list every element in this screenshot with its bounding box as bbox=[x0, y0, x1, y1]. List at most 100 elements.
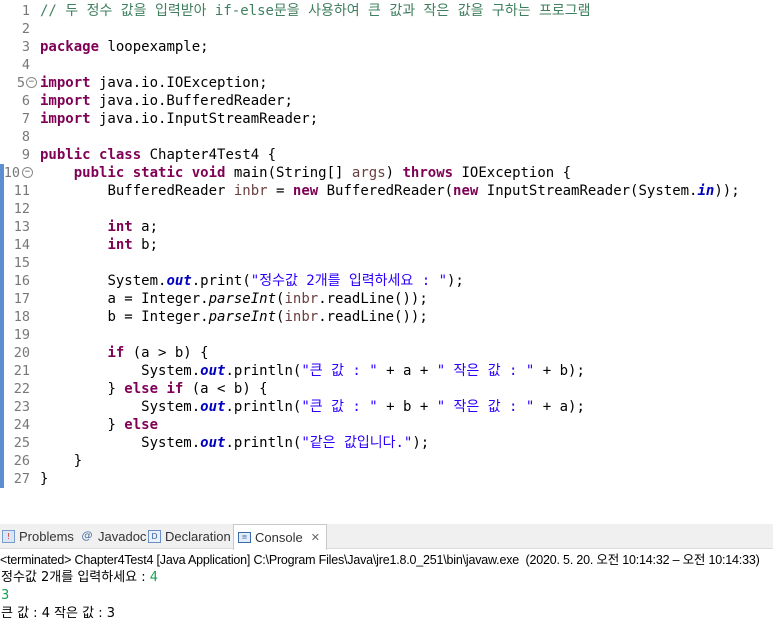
code-line[interactable]: 7 import java.io.InputStreamReader; bbox=[0, 110, 773, 128]
code-text: BufferedReader inbr = new BufferedReader… bbox=[107, 183, 740, 199]
code-text: int b; bbox=[107, 237, 159, 253]
code-line[interactable]: 27 } bbox=[0, 470, 773, 488]
change-marker bbox=[0, 362, 4, 380]
change-marker bbox=[0, 326, 4, 344]
code-line[interactable]: 3 package loopexample; bbox=[0, 38, 773, 56]
code-line[interactable]: 12 bbox=[0, 200, 773, 218]
line-number: 3 bbox=[21, 39, 30, 55]
console-user-input: 3 bbox=[1, 588, 10, 603]
fold-collapse-icon[interactable]: − bbox=[26, 77, 37, 88]
line-gutter: 13 bbox=[0, 218, 36, 236]
code-line[interactable]: 6 import java.io.BufferedReader; bbox=[0, 92, 773, 110]
line-gutter: 16 bbox=[0, 272, 36, 290]
code-line[interactable]: 17 a = Integer.parseInt(inbr.readLine())… bbox=[0, 290, 773, 308]
fold-collapse-icon[interactable]: − bbox=[22, 167, 33, 178]
code-line[interactable]: 9 public class Chapter4Test4 { bbox=[0, 146, 773, 164]
code-line[interactable]: 21 System.out.println("큰 값 : " + a + " 작… bbox=[0, 362, 773, 380]
line-number: 21 bbox=[13, 363, 30, 379]
line-number: 7 bbox=[21, 111, 30, 127]
code-editor[interactable]: 1 // 두 정수 값을 입력받아 if-else문을 사용하여 큰 값과 작은… bbox=[0, 0, 773, 500]
change-marker bbox=[0, 200, 4, 218]
console-panel: ! Problems @ Javadoc D Declaration ≡ Con… bbox=[0, 524, 773, 623]
code-text: // 두 정수 값을 입력받아 if-else문을 사용하여 큰 값과 작은 값… bbox=[40, 3, 591, 19]
code-line[interactable]: 23 System.out.println("큰 값 : " + b + " 작… bbox=[0, 398, 773, 416]
code-line[interactable]: 11 BufferedReader inbr = new BufferedRea… bbox=[0, 182, 773, 200]
change-marker bbox=[0, 434, 4, 452]
line-number: 24 bbox=[13, 417, 30, 433]
tab-javadoc[interactable]: @ Javadoc bbox=[80, 524, 147, 548]
line-number: 11 bbox=[13, 183, 30, 199]
code-text: int a; bbox=[107, 219, 159, 235]
line-number: 4 bbox=[21, 57, 30, 73]
code-text: import java.io.BufferedReader; bbox=[40, 93, 293, 109]
line-number: 17 bbox=[13, 291, 30, 307]
javadoc-icon: @ bbox=[81, 529, 93, 542]
code-line[interactable]: 19 bbox=[0, 326, 773, 344]
change-marker bbox=[0, 182, 4, 200]
line-number: 13 bbox=[13, 219, 30, 235]
code-text: package loopexample; bbox=[40, 39, 209, 55]
code-line[interactable]: 5− import java.io.IOException; bbox=[0, 74, 773, 92]
line-gutter: 25 bbox=[0, 434, 36, 452]
code-line[interactable]: 14 int b; bbox=[0, 236, 773, 254]
line-gutter: 27 bbox=[0, 470, 36, 488]
change-marker bbox=[0, 236, 4, 254]
terminated-status: <terminated> Chapter4Test4 [Java Applica… bbox=[0, 553, 760, 567]
line-gutter: 24 bbox=[0, 416, 36, 434]
tab-console[interactable]: ≡ Console ✕ bbox=[233, 524, 327, 550]
line-number: 10 bbox=[3, 165, 20, 181]
problems-icon: ! bbox=[2, 529, 15, 543]
code-text: } bbox=[73, 453, 83, 469]
line-number: 25 bbox=[13, 435, 30, 451]
code-line[interactable]: 20 if (a > b) { bbox=[0, 344, 773, 362]
close-icon[interactable]: ✕ bbox=[311, 531, 320, 544]
line-gutter: 1 bbox=[0, 2, 36, 20]
tab-problems[interactable]: ! Problems bbox=[2, 524, 74, 548]
line-gutter: 3 bbox=[0, 38, 36, 56]
tab-declaration[interactable]: D Declaration bbox=[148, 524, 231, 548]
code-line[interactable]: 4 bbox=[0, 56, 773, 74]
code-line[interactable]: 24 } else bbox=[0, 416, 773, 434]
line-gutter: 12 bbox=[0, 200, 36, 218]
line-number: 26 bbox=[13, 453, 30, 469]
line-number: 2 bbox=[21, 21, 30, 37]
code-line[interactable]: 18 b = Integer.parseInt(inbr.readLine())… bbox=[0, 308, 773, 326]
tab-label: Console bbox=[255, 530, 303, 545]
code-text: import java.io.InputStreamReader; bbox=[40, 111, 319, 127]
line-gutter: 19 bbox=[0, 326, 36, 344]
line-number: 1 bbox=[21, 3, 30, 19]
line-gutter: 17 bbox=[0, 290, 36, 308]
line-gutter: 26 bbox=[0, 452, 36, 470]
change-marker bbox=[0, 398, 4, 416]
code-line[interactable]: 25 System.out.println("같은 값입니다."); bbox=[0, 434, 773, 452]
line-gutter: 6 bbox=[0, 92, 36, 110]
change-marker bbox=[0, 272, 4, 290]
line-gutter: 7 bbox=[0, 110, 36, 128]
change-marker bbox=[0, 380, 4, 398]
declaration-icon: D bbox=[148, 529, 161, 543]
code-line[interactable]: 10− public static void main(String[] arg… bbox=[0, 164, 773, 182]
code-line[interactable]: 15 bbox=[0, 254, 773, 272]
line-gutter: 15 bbox=[0, 254, 36, 272]
line-gutter: 20 bbox=[0, 344, 36, 362]
code-text: public class Chapter4Test4 { bbox=[40, 147, 277, 163]
console-icon: ≡ bbox=[238, 532, 251, 543]
code-line[interactable]: 22 } else if (a < b) { bbox=[0, 380, 773, 398]
code-line[interactable]: 2 bbox=[0, 20, 773, 38]
code-line[interactable]: 26 } bbox=[0, 452, 773, 470]
code-text: } bbox=[40, 471, 49, 487]
tab-label: Problems bbox=[19, 528, 74, 544]
code-line[interactable]: 16 System.out.print("정수값 2개를 입력하세요 : "); bbox=[0, 272, 773, 290]
change-marker bbox=[0, 452, 4, 470]
line-number: 20 bbox=[13, 345, 30, 361]
console-prompt: 정수값 2개를 입력하세요 : bbox=[1, 570, 150, 585]
code-line[interactable]: 1 // 두 정수 값을 입력받아 if-else문을 사용하여 큰 값과 작은… bbox=[0, 2, 773, 20]
code-line[interactable]: 13 int a; bbox=[0, 218, 773, 236]
line-gutter: 11 bbox=[0, 182, 36, 200]
line-gutter: 18 bbox=[0, 308, 36, 326]
code-line[interactable]: 8 bbox=[0, 128, 773, 146]
code-text: public static void main(String[] args) t… bbox=[73, 165, 572, 181]
view-tab-bar: ! Problems @ Javadoc D Declaration ≡ Con… bbox=[0, 524, 773, 550]
change-marker bbox=[0, 416, 4, 434]
line-gutter: 2 bbox=[0, 20, 36, 38]
